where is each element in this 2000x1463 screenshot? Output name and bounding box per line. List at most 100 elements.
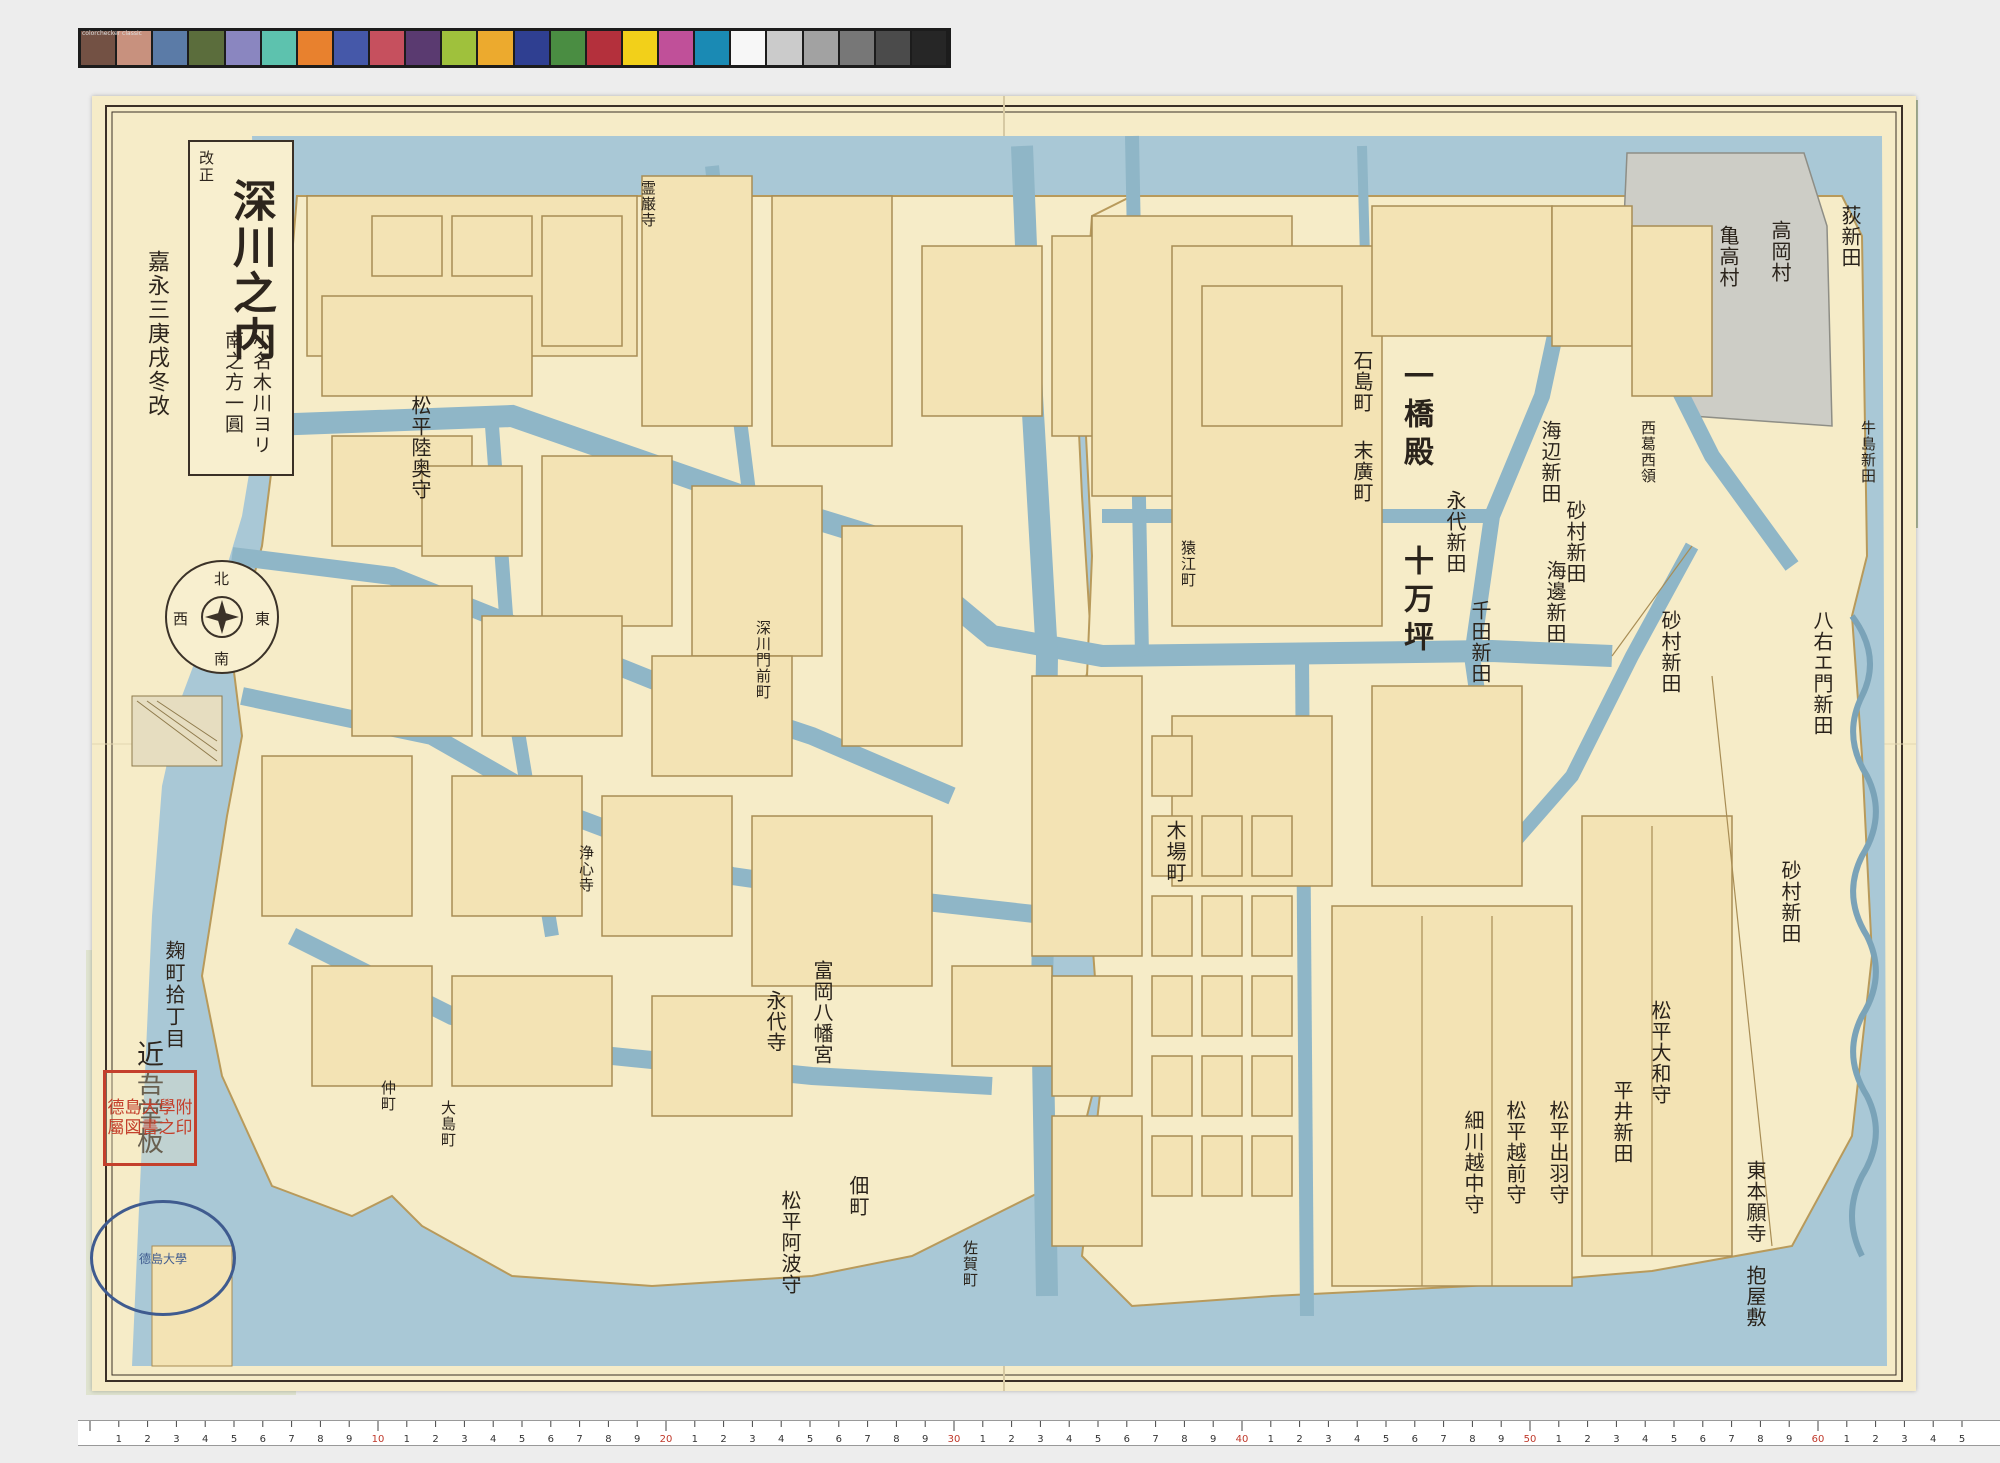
color-checker-label: colorchecker classic: [82, 30, 142, 37]
ruler-label: 1: [1844, 1434, 1850, 1445]
color-swatch: [333, 31, 368, 65]
color-swatch: [767, 31, 802, 65]
ruler-label: 8: [893, 1434, 899, 1445]
ruler-label: 2: [720, 1434, 726, 1445]
ruler-label: 8: [605, 1434, 611, 1445]
ruler-label: 30: [948, 1434, 961, 1445]
title-subtitle-2: 南之方一圓: [222, 330, 244, 435]
label-kaibe-1: 海辺新田: [1538, 420, 1562, 504]
ruler-label: 4: [1642, 1434, 1648, 1445]
ruler-label: 3: [1613, 1434, 1619, 1445]
label-hiragi: 平井新田: [1610, 1080, 1634, 1164]
ruler-label: 50: [1524, 1434, 1537, 1445]
label-kaibe-2: 海邊新田: [1543, 560, 1567, 644]
ruler-label: 5: [1095, 1434, 1101, 1445]
ruler-label: 9: [346, 1434, 352, 1445]
label-matsudaira-mutsu: 松平陸奥守: [408, 395, 432, 500]
color-swatch: [225, 31, 260, 65]
ruler-label: 1: [404, 1434, 410, 1445]
ruler-label: 9: [1498, 1434, 1504, 1445]
ruler-label: 60: [1812, 1434, 1825, 1445]
label-eitai: 永代新田: [1443, 490, 1467, 574]
ruler-label: 5: [231, 1434, 237, 1445]
ruler-label: 7: [576, 1434, 582, 1445]
color-swatch: [731, 31, 766, 65]
color-swatch: [586, 31, 621, 65]
label-matsudaira-awa: 松平阿波守: [778, 1190, 802, 1295]
color-swatch: [839, 31, 874, 65]
ruler-label: 8: [1469, 1434, 1475, 1445]
label-nakacho: 仲町: [379, 1080, 397, 1112]
compass-rose: 北 南 東 西: [165, 560, 279, 674]
label-senda: 千田新田: [1468, 600, 1492, 684]
color-swatch: [189, 31, 224, 65]
label-hitotsubashi: 一橋殿: [1398, 360, 1433, 474]
ruler-label: 5: [807, 1434, 813, 1445]
label-hosokawa: 細川越中守: [1461, 1110, 1485, 1215]
color-swatch: [695, 31, 730, 65]
ruler-label: 2: [144, 1434, 150, 1445]
color-swatch: [803, 31, 838, 65]
ruler-label: 9: [634, 1434, 640, 1445]
label-takaoka: 高岡村: [1768, 220, 1792, 283]
title-prefix: 改正: [197, 150, 215, 184]
ruler-label: 3: [173, 1434, 179, 1445]
label-shimoyashiki: 抱屋敷: [1743, 1265, 1767, 1328]
label-saga: 佐賀町: [961, 1240, 979, 1288]
ruler-label: 1: [1556, 1434, 1562, 1445]
ruler-label: 7: [1440, 1434, 1446, 1445]
label-higashi-honganji: 東本願寺: [1743, 1160, 1767, 1244]
label-ishijima: 石島町: [1350, 350, 1374, 413]
ruler-label: 20: [660, 1434, 673, 1445]
edition-date: 嘉永三庚戌冬改: [144, 250, 169, 418]
color-swatch: [622, 31, 657, 65]
library-seal-blue: 德島大學: [90, 1200, 236, 1316]
ruler-label: 5: [1383, 1434, 1389, 1445]
ruler-label: 1: [692, 1434, 698, 1445]
label-tsukuda: 佃町: [846, 1175, 870, 1217]
color-swatch: [442, 31, 477, 65]
color-swatch: [406, 31, 441, 65]
label-kiba: 木場町: [1163, 820, 1187, 883]
label-sunamura-1: 砂村新田: [1563, 500, 1587, 584]
color-swatch: [153, 31, 188, 65]
ruler-label: 4: [202, 1434, 208, 1445]
color-swatch: [261, 31, 296, 65]
ruler-label: 9: [1210, 1434, 1216, 1445]
ruler-label: 9: [1786, 1434, 1792, 1445]
label-sunamura-3: 砂村新田: [1778, 860, 1802, 944]
ruler-label: 6: [260, 1434, 266, 1445]
label-koto: 亀高村: [1716, 225, 1740, 288]
ruler-label: 10: [372, 1434, 385, 1445]
ruler-label: 2: [1008, 1434, 1014, 1445]
ruler-label: 5: [1671, 1434, 1677, 1445]
map-drawing: [92, 96, 1916, 1391]
label-hachiemon: 八右エ門新田: [1810, 610, 1834, 736]
color-swatch: [297, 31, 332, 65]
label-tomioka: 富岡八幡宮: [810, 960, 834, 1065]
label-matsudaira-dewa: 松平出羽守: [1546, 1100, 1570, 1205]
ruler-label: 9: [922, 1434, 928, 1445]
color-checker: [78, 28, 951, 68]
ruler-label: 8: [317, 1434, 323, 1445]
ruler-label: 2: [1872, 1434, 1878, 1445]
label-ushijima: 牛島新田: [1859, 420, 1877, 484]
library-seal-red: 德島大學附屬図書之印: [103, 1070, 197, 1166]
ruler-label: 2: [1584, 1434, 1590, 1445]
ruler-label: 4: [1354, 1434, 1360, 1445]
color-swatch: [478, 31, 513, 65]
ruler-label: 4: [1930, 1434, 1936, 1445]
label-joshinji: 浄心寺: [577, 845, 595, 893]
ruler-label: 6: [1412, 1434, 1418, 1445]
label-sarue: 猿江町: [1179, 540, 1197, 588]
label-matsudaira-yamato: 松平大和守: [1648, 1000, 1672, 1105]
ruler-label: 8: [1757, 1434, 1763, 1445]
label-matsudaira-echizen: 松平越前守: [1503, 1100, 1527, 1205]
ruler-label: 3: [749, 1434, 755, 1445]
ruler-label: 7: [1152, 1434, 1158, 1445]
ruler-label: 1: [980, 1434, 986, 1445]
label-ogi: 荻新田: [1838, 205, 1862, 268]
ruler-label: 5: [1959, 1434, 1965, 1445]
publisher-address: 麹町拾丁目: [162, 940, 186, 1050]
label-reiganji: 霊巌寺: [639, 180, 657, 228]
